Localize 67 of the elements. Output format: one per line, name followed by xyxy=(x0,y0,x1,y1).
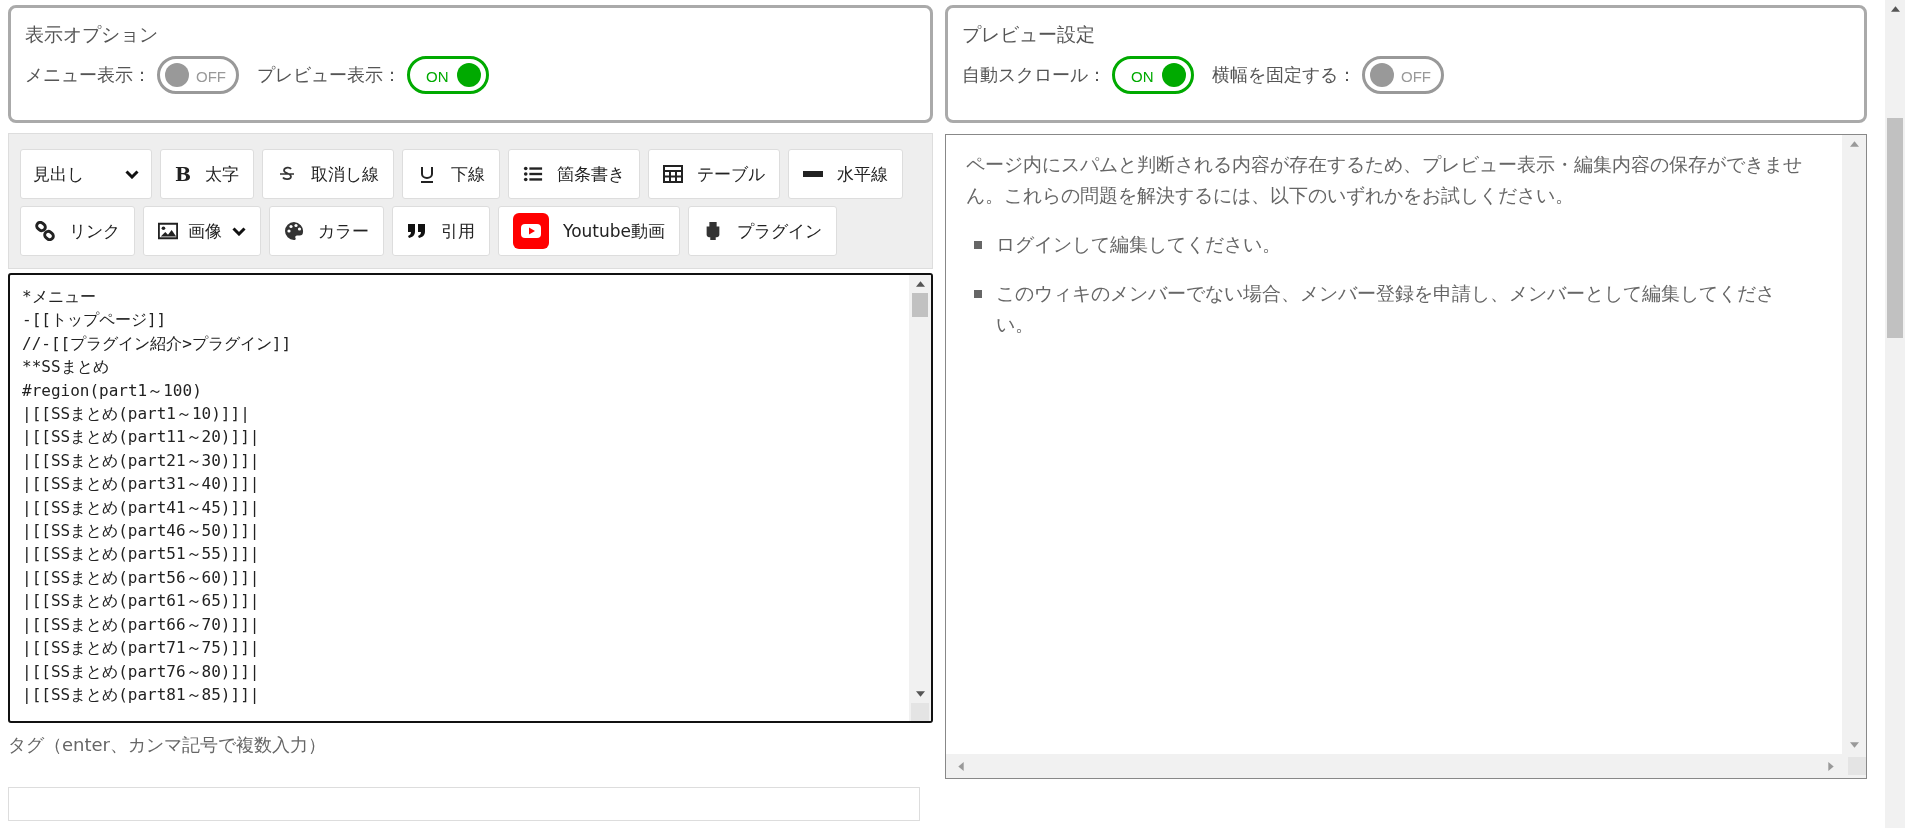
toolbar-button[interactable]: テーブル xyxy=(648,149,781,199)
list-icon xyxy=(523,164,544,184)
editor-line: *メニュー xyxy=(22,286,97,308)
editor-line: -[[トップページ]] xyxy=(22,309,168,332)
toolbar-button[interactable]: Youtube動画 xyxy=(498,206,680,256)
quote-icon xyxy=(407,221,427,241)
editor-line: |[[SSまとめ(part1～10)]]| xyxy=(22,403,251,426)
spam-warning-text: ページ内にスパムと判断される内容が存在するため、プレビュー表示・編集内容の保存ができません。これらの問題を解決するには、以下のいずれかをお試しください。 xyxy=(966,152,1803,208)
palette-icon xyxy=(284,221,304,241)
editor-line: |[[SSまとめ(part61～65)]]| xyxy=(22,590,261,613)
toolbar-button[interactable]: 下線 xyxy=(402,149,501,199)
caret-icon xyxy=(125,169,139,179)
toolbar-button[interactable]: プラグイン xyxy=(688,206,837,256)
video-play-icon xyxy=(513,213,549,249)
editor-line: |[[SSまとめ(part46～50)]]| xyxy=(22,520,261,543)
text-editor[interactable] xyxy=(8,273,933,723)
tag-label: タグ（enter、カンマ記号で複数入力） xyxy=(8,733,327,757)
toolbar-button[interactable]: 引用 xyxy=(392,206,490,256)
scrollbar[interactable] xyxy=(946,754,1866,778)
toggle-label: プレビュー表示： xyxy=(257,63,401,87)
editor-line: |[[SSまとめ(part41～45)]]| xyxy=(22,496,261,519)
editor-line: |[[SSまとめ(part76～80)]]| xyxy=(22,660,261,683)
editor-line: |[[SSまとめ(part81～85)]]| xyxy=(22,683,261,706)
table-icon xyxy=(663,164,684,184)
editor-line: |[[SSまとめ(part31～40)]]| xyxy=(22,473,261,496)
toggle-label: 自動スクロール： xyxy=(962,63,1106,87)
toolbar-button[interactable]: 見出し xyxy=(20,149,152,199)
scrollbar-thumb[interactable] xyxy=(1887,118,1903,338)
list-item: このウィキのメンバーでない場合、メンバー登録を申請し、メンバーとして編集してください。 xyxy=(996,281,1776,337)
resize-grip[interactable] xyxy=(1848,757,1866,775)
bold-icon: B xyxy=(175,163,192,185)
panel-title: プレビュー設定 xyxy=(962,22,1096,47)
toolbar-button[interactable]: 画像 xyxy=(143,206,261,256)
editor-line: |[[SSまとめ(part66～70)]]| xyxy=(22,613,261,636)
editor-line: **SSまとめ xyxy=(22,356,110,379)
scrollbar-thumb[interactable] xyxy=(912,293,928,317)
image-icon xyxy=(158,221,178,241)
toolbar-button[interactable]: 箇条書き xyxy=(508,149,641,199)
resize-grip[interactable] xyxy=(911,703,929,721)
editor-line: |[[SSまとめ(part21～30)]]| xyxy=(22,449,261,472)
down-arrow-icon[interactable] xyxy=(915,691,925,697)
toolbar-button[interactable]: カラー xyxy=(269,206,384,256)
bullet-icon xyxy=(974,241,982,249)
toolbar-button[interactable]: 取消し線 xyxy=(262,149,395,199)
list-item: ログインして編集してください。 xyxy=(996,232,1282,257)
toggle-label: メニュー表示： xyxy=(25,63,151,87)
editor-line: |[[SSまとめ(part56～60)]]| xyxy=(22,566,261,589)
toggle-label: 横幅を固定する： xyxy=(1212,63,1356,87)
panel-title: 表示オプション xyxy=(25,22,159,47)
up-arrow-icon[interactable] xyxy=(915,281,925,287)
editor-line: #region(part1～100) xyxy=(22,379,203,402)
right-arrow-icon[interactable] xyxy=(1828,761,1834,771)
caret-icon xyxy=(232,226,246,236)
scrollbar[interactable] xyxy=(909,275,931,721)
editor-line: //-[[プラグイン紹介>プラグイン]] xyxy=(22,332,293,355)
link-icon xyxy=(35,221,55,241)
editor-line: |[[SSまとめ(part71～75)]]| xyxy=(22,637,261,660)
tag-input-field[interactable] xyxy=(8,787,920,821)
up-arrow-icon[interactable] xyxy=(1890,6,1900,12)
editor-line: |[[SSまとめ(part51～55)]]| xyxy=(22,543,261,566)
toolbar-button[interactable]: B 太字 xyxy=(160,149,255,199)
page-scrollbar[interactable] xyxy=(1885,0,1905,828)
toolbar-button[interactable]: 水平線 xyxy=(788,149,904,199)
bullet-icon xyxy=(974,290,982,298)
editor-line: |[[SSまとめ(part11～20)]]| xyxy=(22,426,261,449)
toolbar-button[interactable]: リンク xyxy=(20,206,135,256)
left-arrow-icon[interactable] xyxy=(958,761,964,771)
